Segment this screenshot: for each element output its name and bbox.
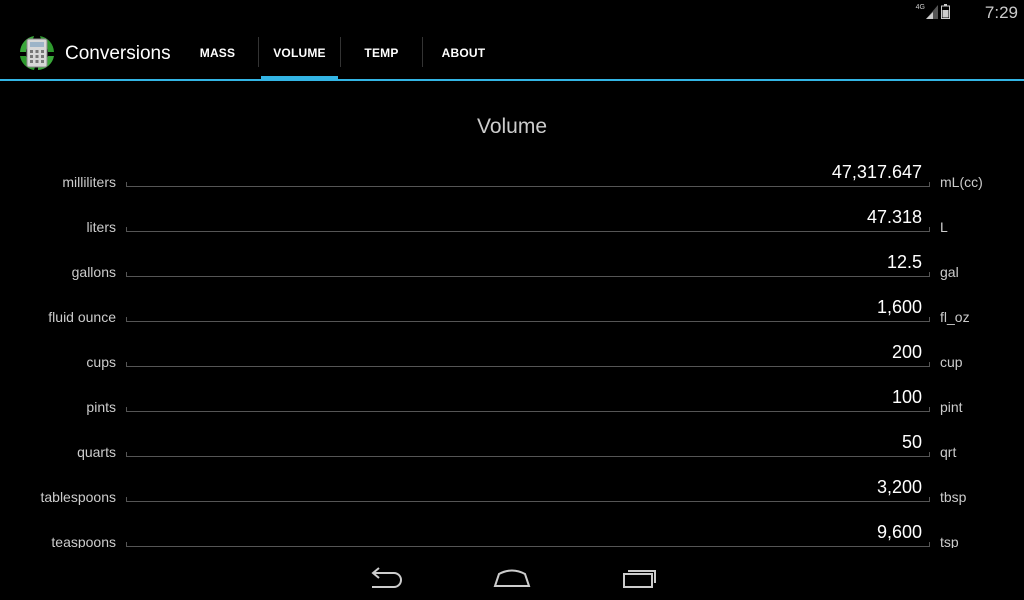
row-value: 200 — [891, 342, 922, 362]
network-type: 4G — [915, 4, 925, 11]
input-underline — [126, 182, 930, 187]
conversion-row-gallons: gallons 12.5 gal — [0, 240, 1024, 285]
cups-input[interactable]: 200 — [126, 330, 930, 367]
row-value: 47,317.647 — [831, 162, 922, 182]
row-value: 50 — [901, 432, 922, 452]
fluid-ounce-input[interactable]: 1,600 — [126, 285, 930, 322]
row-label: fluid ounce — [48, 309, 116, 325]
row-label: cups — [86, 354, 116, 370]
input-underline — [126, 362, 930, 367]
row-unit: qrt — [940, 444, 957, 460]
app-title: Conversions — [65, 43, 171, 64]
row-unit: tbsp — [940, 489, 967, 505]
row-label: pints — [86, 399, 116, 415]
input-underline — [126, 452, 930, 457]
conversion-row-quarts: quarts 50 qrt — [0, 420, 1024, 465]
conversion-row-fluid-ounce: fluid ounce 1,600 fl_oz — [0, 285, 1024, 330]
page-title: Volume — [476, 115, 548, 138]
conversion-row-milliliters: milliliters 47,317.647 mL(cc) — [0, 150, 1024, 195]
home-icon[interactable] — [487, 560, 537, 596]
row-unit: pint — [940, 399, 963, 415]
row-value: 3,200 — [876, 477, 922, 497]
tab-temp[interactable]: TEMP — [341, 25, 422, 80]
status-icons: 4G — [916, 4, 950, 24]
calculator-recycle-icon[interactable] — [16, 32, 58, 74]
input-underline — [126, 317, 930, 322]
conversion-row-cups: cups 200 cup — [0, 330, 1024, 375]
battery-icon — [941, 4, 950, 24]
navigation-bar — [0, 552, 1024, 600]
row-unit: gal — [940, 264, 959, 280]
tab-bar: MASS VOLUME TEMP ABOUT — [177, 25, 504, 80]
tab-volume[interactable]: VOLUME — [259, 25, 340, 80]
row-unit: fl_oz — [940, 309, 970, 325]
row-label: gallons — [71, 264, 116, 280]
milliliters-input[interactable]: 47,317.647 — [126, 150, 930, 187]
row-label: teaspoons — [51, 534, 116, 548]
liters-input[interactable]: 47.318 — [126, 195, 930, 232]
row-label: tablespoons — [40, 489, 116, 505]
conversion-row-tablespoons: tablespoons 3,200 tbsp — [0, 465, 1024, 510]
input-underline — [126, 407, 930, 412]
input-underline — [126, 272, 930, 277]
conversion-row-pints: pints 100 pint — [0, 375, 1024, 420]
row-unit: tsp — [940, 534, 959, 548]
input-underline — [126, 497, 930, 502]
row-value: 47.318 — [866, 207, 922, 227]
row-label: quarts — [77, 444, 116, 460]
tab-mass[interactable]: MASS — [177, 25, 258, 80]
conversion-row-liters: liters 47.318 L — [0, 195, 1024, 240]
row-value: 12.5 — [886, 252, 922, 272]
row-label: milliliters — [62, 174, 116, 190]
action-bar-divider — [0, 79, 1024, 81]
pints-input[interactable]: 100 — [126, 375, 930, 412]
tablespoons-input[interactable]: 3,200 — [126, 465, 930, 502]
back-icon[interactable] — [359, 560, 409, 596]
input-underline — [126, 227, 930, 232]
row-value: 1,600 — [876, 297, 922, 317]
input-underline — [126, 542, 930, 547]
row-unit: cup — [940, 354, 963, 370]
status-clock: 7:29 — [984, 3, 1018, 22]
gallons-input[interactable]: 12.5 — [126, 240, 930, 277]
row-unit: mL(cc) — [940, 174, 983, 190]
row-value: 9,600 — [876, 522, 922, 542]
tab-about[interactable]: ABOUT — [423, 25, 504, 80]
recent-apps-icon[interactable] — [615, 560, 665, 596]
status-bar: 4G 7:29 — [0, 0, 1024, 25]
row-label: liters — [86, 219, 116, 235]
quarts-input[interactable]: 50 — [126, 420, 930, 457]
teaspoons-input[interactable]: 9,600 — [126, 510, 930, 547]
row-unit: L — [940, 219, 948, 235]
row-value: 100 — [891, 387, 922, 407]
conversion-list: milliliters 47,317.647 mL(cc) liters 47.… — [0, 150, 1024, 548]
signal-icon — [926, 5, 938, 24]
conversion-row-teaspoons: teaspoons 9,600 tsp — [0, 510, 1024, 548]
